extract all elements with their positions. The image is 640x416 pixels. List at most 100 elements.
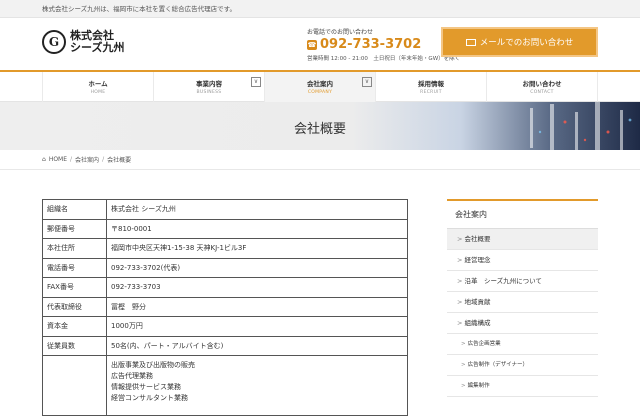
sidebar-item-label: 経営理念	[464, 256, 491, 264]
home-icon: ⌂	[42, 156, 46, 163]
nav-sub: COMPANY	[307, 90, 333, 95]
table-key: 電話番号	[42, 257, 107, 278]
chevron-right-icon: >	[457, 277, 463, 285]
sidebar-item-community[interactable]: > 地域貢献	[447, 292, 598, 313]
table-key: 組織名	[42, 199, 107, 220]
business-line: 出版事業及び出版物の販売	[111, 361, 195, 369]
table-row: 出版事業及び出版物の販売 広告代理業務 情報提供サービス業務 経営コンサルタント…	[42, 355, 408, 416]
breadcrumb-separator: /	[102, 156, 105, 163]
nav-label: 会社案内	[307, 80, 333, 88]
sidebar-item-organization[interactable]: > 組織構成	[447, 313, 598, 334]
breadcrumb-company[interactable]: 会社案内	[75, 155, 99, 164]
sidebar-item-label: 沿革 シーズ九州について	[464, 277, 542, 285]
breadcrumb-home[interactable]: HOME	[49, 156, 67, 163]
chevron-right-icon: >	[461, 383, 466, 389]
sidebar-item-philosophy[interactable]: > 経営理念	[447, 250, 598, 271]
nav-item-recruit[interactable]: 採用情報 RECRUIT	[375, 72, 486, 102]
table-key	[42, 355, 107, 416]
divider	[0, 169, 640, 170]
business-line: 経営コンサルタント業務	[111, 394, 188, 402]
breadcrumb: ⌂ HOME / 会社案内 / 会社概要	[42, 155, 131, 164]
nav-label: ホーム	[88, 80, 108, 88]
sidebar-item-ad-sales[interactable]: > 広告企画営業	[447, 334, 598, 355]
sidebar-item-history[interactable]: > 沿革 シーズ九州について	[447, 271, 598, 292]
nav-sub: BUSINESS	[196, 90, 222, 95]
table-row: FAX番号 092-733-3703	[42, 277, 408, 298]
company-info-table: 組織名 株式会社 シーズ九州 郵便番号 〒810-0001 本社住所 福岡市中央…	[42, 199, 408, 416]
sidebar-item-label: 編集制作	[467, 383, 490, 389]
chevron-down-icon[interactable]: ∨	[251, 77, 261, 87]
sidebar-item-ad-design[interactable]: > 広告制作（デザイナー）	[447, 355, 598, 376]
nav-item-contact[interactable]: お問い合わせ CONTACT	[486, 72, 598, 102]
table-key: 資本金	[42, 316, 107, 337]
sidebar-item-label: 会社概要	[464, 235, 491, 243]
sidebar-item-label: 組織構成	[464, 319, 491, 327]
table-row: 代表取締役 冨樫 野分	[42, 296, 408, 317]
table-key: 本社住所	[42, 238, 107, 259]
table-key: FAX番号	[42, 277, 107, 298]
table-value: 福岡市中央区天神1-15-38 天神KJ-1ビル3F	[106, 238, 408, 259]
mail-button-label: メールでのお問い合わせ	[479, 38, 574, 48]
table-row: 本社住所 福岡市中央区天神1-15-38 天神KJ-1ビル3F	[42, 238, 408, 259]
company-logo[interactable]: G 株式会社 シーズ九州	[42, 30, 124, 54]
table-row: 資本金 1000万円	[42, 316, 408, 337]
nav-item-company[interactable]: 会社案内 COMPANY ∨	[264, 72, 375, 102]
table-key: 従業員数	[42, 335, 107, 356]
sidebar-item-editorial[interactable]: > 編集制作	[447, 376, 598, 397]
table-key: 代表取締役	[42, 296, 107, 317]
table-row: 従業員数 50名(内、パート・アルバイト含む)	[42, 335, 408, 356]
business-hours: 営業時間 12:00 - 21:00 土日祝日（年末年始・GW）を除く	[307, 56, 461, 62]
table-row: 電話番号 092-733-3702(代表)	[42, 257, 408, 278]
nav-sub: HOME	[90, 90, 106, 95]
chevron-right-icon: >	[457, 298, 463, 306]
table-value: 出版事業及び出版物の販売 広告代理業務 情報提供サービス業務 経営コンサルタント…	[106, 355, 408, 416]
sidebar-item-overview[interactable]: > 会社概要	[447, 229, 598, 250]
table-value: 092-733-3702(代表)	[106, 257, 408, 278]
nav-sub: RECRUIT	[420, 90, 442, 95]
phone-icon: ☎	[307, 39, 317, 50]
table-value: 株式会社 シーズ九州	[106, 199, 408, 220]
nav-label: お問い合わせ	[522, 80, 562, 88]
table-key: 郵便番号	[42, 218, 107, 239]
table-row: 組織名 株式会社 シーズ九州	[42, 199, 408, 220]
phone-contact: お電話でのお問い合わせ ☎ 092-733-3702 営業時間 12:00 - …	[307, 27, 460, 62]
logo-mark-icon: G	[42, 30, 66, 54]
sidebar-title: 会社案内	[447, 199, 598, 229]
logo-text: 株式会社 シーズ九州	[70, 30, 124, 54]
table-value: 092-733-3703	[106, 277, 408, 298]
breadcrumb-separator: /	[70, 156, 73, 163]
nav-item-business[interactable]: 事業内容 BUSINESS ∨	[153, 72, 264, 102]
site-tagline: 株式会社シーズ九州は、福岡市に本社を置く総合広告代理店です。	[0, 0, 640, 18]
mail-contact-button[interactable]: メールでのお問い合わせ	[441, 27, 598, 57]
table-row: 郵便番号 〒810-0001	[42, 218, 408, 239]
table-value: 1000万円	[106, 316, 408, 337]
table-value: 冨樫 野分	[106, 296, 408, 317]
nav-item-home[interactable]: ホーム HOME	[42, 72, 153, 102]
nav-sub: CONTACT	[530, 90, 554, 95]
table-value: 〒810-0001	[106, 218, 408, 239]
sidebar-item-label: 地域貢献	[464, 298, 491, 306]
phone-number-link[interactable]: ☎ 092-733-3702	[307, 37, 460, 52]
phone-number: 092-733-3702	[320, 37, 422, 52]
sidebar-item-label: 広告制作（デザイナー）	[467, 362, 529, 368]
sidebar-item-label: 広告企画営業	[467, 341, 501, 347]
business-line: 広告代理業務	[111, 372, 153, 380]
logo-line-2: シーズ九州	[70, 41, 125, 54]
global-nav: ホーム HOME 事業内容 BUSINESS ∨ 会社案内 COMPANY ∨ …	[0, 70, 640, 102]
page-hero: 会社概要	[0, 102, 640, 150]
table-value: 50名(内、パート・アルバイト含む)	[106, 335, 408, 356]
chevron-right-icon: >	[457, 235, 463, 243]
business-line: 情報提供サービス業務	[111, 383, 181, 391]
chevron-right-icon: >	[461, 362, 466, 368]
sidebar-menu: 会社案内 > 会社概要 > 経営理念 > 沿革 シーズ九州について > 地域貢献 > 組織…	[447, 199, 598, 397]
page-title: 会社概要	[293, 122, 346, 137]
chevron-right-icon: >	[461, 341, 466, 347]
phone-label: お電話でのお問い合わせ	[307, 29, 374, 36]
envelope-icon	[465, 38, 476, 46]
breadcrumb-current: 会社概要	[107, 157, 132, 164]
chevron-right-icon: >	[457, 319, 463, 327]
nav-label: 採用情報	[418, 80, 444, 88]
chevron-right-icon: >	[457, 256, 463, 264]
chevron-down-icon[interactable]: ∨	[362, 77, 372, 87]
nav-label: 事業内容	[196, 80, 222, 88]
